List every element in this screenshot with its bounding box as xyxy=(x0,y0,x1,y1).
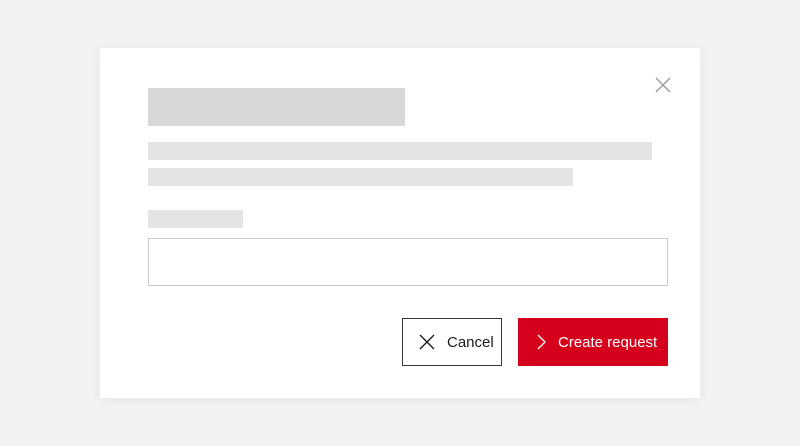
close-icon xyxy=(653,75,673,95)
skeleton-field-label xyxy=(148,210,243,228)
skeleton-text-line xyxy=(148,142,652,160)
skeleton-title xyxy=(148,88,405,126)
cancel-label: Cancel xyxy=(447,333,494,351)
create-request-button[interactable]: Create request xyxy=(518,318,668,366)
skeleton-text-line xyxy=(148,168,573,186)
modal-dialog: Cancel Create request xyxy=(100,48,700,398)
close-icon xyxy=(417,332,437,352)
modal-backdrop: Cancel Create request xyxy=(0,0,800,446)
create-request-label: Create request xyxy=(558,333,658,351)
request-input[interactable] xyxy=(148,238,668,286)
chevron-right-icon xyxy=(535,332,549,352)
close-button[interactable] xyxy=(653,75,673,95)
cancel-button[interactable]: Cancel xyxy=(402,318,502,366)
